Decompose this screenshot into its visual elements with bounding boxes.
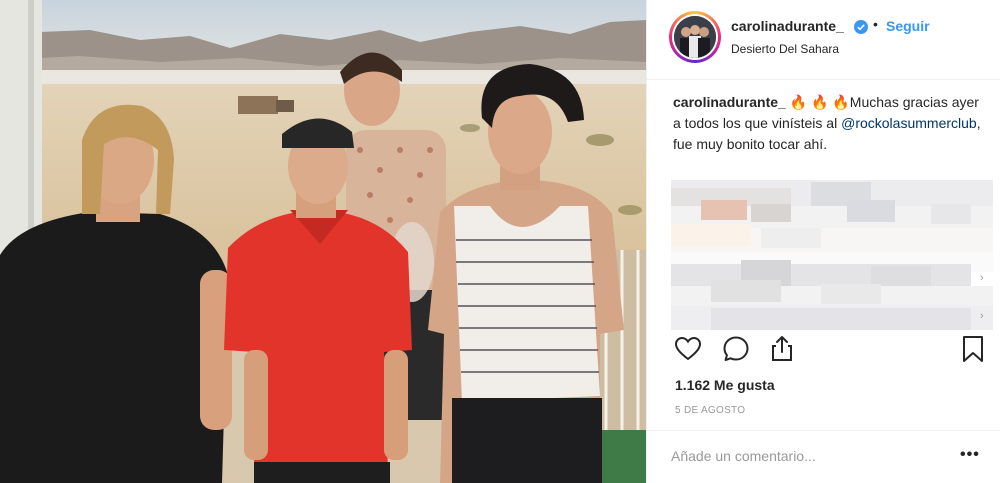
story-ring[interactable] [669,11,721,63]
follow-button[interactable]: Seguir [886,18,930,34]
comment-input[interactable] [671,441,951,471]
username-link[interactable]: carolinadurante_ [731,18,844,34]
post-header: carolinadurante_ • Seguir Desierto Del S… [647,0,1000,80]
comment-bubble-icon[interactable] [721,334,751,364]
avatar-image [674,16,716,58]
likes-count[interactable]: 1.162 Me gusta [675,377,775,393]
verified-badge-icon [854,20,868,34]
post-actions [647,334,1000,370]
share-icon[interactable] [767,334,797,364]
separator-dot: • [873,16,878,32]
more-options-icon[interactable]: ••• [960,446,980,464]
location-link[interactable]: Desierto Del Sahara [731,42,839,56]
chevron-right-icon: › [980,272,984,284]
caption-emoji: 🔥 🔥 🔥 [789,94,850,110]
avatar-photo-icon [674,16,716,58]
group-photo-illustration [0,0,646,483]
chevron-right-icon: › [980,310,984,322]
post-details-panel: carolinadurante_ • Seguir Desierto Del S… [646,0,1000,483]
caption-mention-link[interactable]: @rockolasummerclub [841,115,977,131]
heart-icon[interactable] [673,334,703,364]
add-comment-bar: ••• [647,430,1000,483]
pixelated-comments [671,180,993,332]
post-caption: carolinadurante_ 🔥 🔥 🔥Muchas gracias aye… [673,92,987,155]
post-photo[interactable] [0,0,646,483]
avatar[interactable] [672,14,718,60]
post-date[interactable]: 5 DE AGOSTO [675,405,745,416]
caption-username[interactable]: carolinadurante_ [673,94,786,110]
bookmark-icon[interactable] [958,334,988,364]
